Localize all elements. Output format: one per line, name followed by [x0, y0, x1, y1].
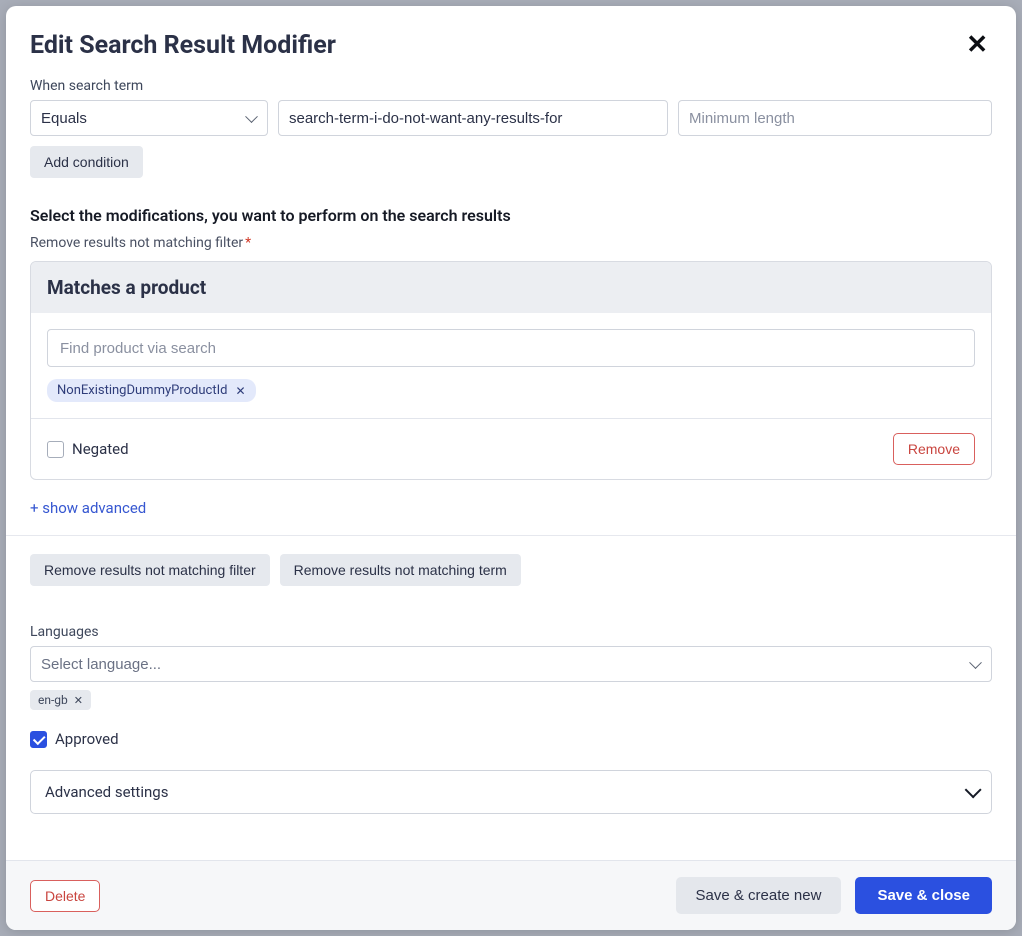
remove-language-icon[interactable]: ✕ — [74, 694, 83, 707]
filter-card-footer: Negated Remove — [31, 418, 991, 479]
language-tag-label: en-gb — [38, 693, 68, 707]
language-select-wrap: Select language... — [30, 646, 992, 682]
filter-card: Matches a product NonExistingDummyProduc… — [30, 261, 992, 480]
product-search-input[interactable] — [47, 329, 975, 367]
advanced-settings-label: Advanced settings — [45, 783, 168, 801]
filter-card-body: NonExistingDummyProductId ✕ — [31, 313, 991, 418]
save-close-button[interactable]: Save & close — [855, 877, 992, 914]
min-length-input[interactable] — [678, 100, 992, 136]
modal-header: Edit Search Result Modifier ✕ — [30, 30, 992, 60]
languages-label: Languages — [30, 624, 992, 640]
operator-select[interactable]: Equals — [30, 100, 268, 136]
show-advanced-link[interactable]: + show advanced — [30, 499, 146, 517]
condition-row: Equals — [30, 100, 992, 136]
negated-row: Negated — [47, 440, 129, 458]
chevron-down-icon — [965, 781, 982, 798]
chip-remove-filter[interactable]: Remove results not matching filter — [30, 554, 270, 586]
language-tag: en-gb ✕ — [30, 690, 91, 710]
add-condition-button[interactable]: Add condition — [30, 146, 143, 178]
condition-label: When search term — [30, 78, 992, 94]
filter-sublabel: Remove results not matching filter* — [30, 235, 992, 251]
language-select[interactable]: Select language... — [30, 646, 992, 682]
search-term-input[interactable] — [278, 100, 668, 136]
negated-label: Negated — [72, 440, 129, 458]
advanced-settings-collapse[interactable]: Advanced settings — [30, 770, 992, 814]
modification-chips: Remove results not matching filter Remov… — [30, 554, 992, 586]
modifications-heading: Select the modifications, you want to pe… — [30, 206, 992, 225]
selected-product-tag: NonExistingDummyProductId ✕ — [47, 379, 256, 402]
edit-modifier-modal: Edit Search Result Modifier ✕ When searc… — [6, 6, 1016, 930]
divider — [6, 535, 1016, 536]
required-asterisk: * — [245, 235, 251, 251]
modal-body: Edit Search Result Modifier ✕ When searc… — [6, 6, 1016, 860]
modal-title: Edit Search Result Modifier — [30, 31, 336, 60]
approved-checkbox[interactable] — [30, 731, 47, 748]
save-create-new-button[interactable]: Save & create new — [676, 877, 842, 914]
modal-footer: Delete Save & create new Save & close — [6, 860, 1016, 930]
approved-label: Approved — [55, 730, 119, 748]
remove-filter-button[interactable]: Remove — [893, 433, 975, 465]
chip-remove-term[interactable]: Remove results not matching term — [280, 554, 521, 586]
operator-select-wrap: Equals — [30, 100, 268, 136]
remove-product-icon[interactable]: ✕ — [235, 384, 245, 398]
filter-card-title: Matches a product — [31, 262, 991, 313]
approved-row: Approved — [30, 730, 992, 748]
filter-sublabel-text: Remove results not matching filter — [30, 235, 243, 251]
footer-right: Save & create new Save & close — [676, 877, 992, 914]
delete-button[interactable]: Delete — [30, 880, 100, 912]
negated-checkbox[interactable] — [47, 441, 64, 458]
close-icon[interactable]: ✕ — [962, 30, 992, 60]
selected-product-label: NonExistingDummyProductId — [57, 383, 227, 398]
